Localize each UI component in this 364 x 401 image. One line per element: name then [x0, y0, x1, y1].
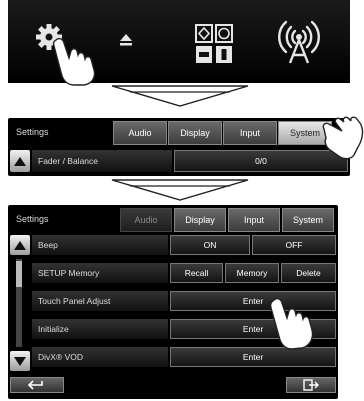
divx-vod-label: DivX® VOD	[32, 347, 168, 367]
fader-balance-label: Fader / Balance	[32, 150, 172, 172]
tab-input[interactable]: Input	[223, 121, 277, 145]
hand-pointer-icon	[269, 297, 314, 350]
source-grid-icon[interactable]	[194, 22, 234, 66]
scroll-up-button[interactable]	[10, 150, 30, 172]
memory-button[interactable]: Memory	[225, 263, 279, 283]
scrollbar-thumb[interactable]	[16, 261, 22, 287]
tab-audio[interactable]: Audio	[113, 121, 167, 145]
beep-on-button[interactable]: ON	[170, 235, 250, 255]
down-arrow-icon	[111, 179, 249, 201]
settings-panel-top: Settings Audio Display Input System Fade…	[8, 118, 350, 176]
hand-pointer-icon	[52, 37, 96, 86]
recall-button[interactable]: Recall	[170, 263, 223, 283]
tab-audio[interactable]: Audio	[120, 208, 172, 232]
beep-off-button[interactable]: OFF	[252, 235, 336, 255]
scroll-up-button[interactable]	[10, 235, 30, 255]
touch-panel-adjust-label: Touch Panel Adjust	[32, 291, 168, 311]
tab-display[interactable]: Display	[168, 121, 222, 145]
home-icon-bar	[8, 0, 350, 86]
beep-label: Beep	[32, 235, 168, 255]
delete-button[interactable]: Delete	[281, 263, 336, 283]
hand-pointer-icon	[322, 116, 364, 160]
down-arrow-icon	[111, 85, 249, 107]
exit-icon	[303, 379, 319, 391]
initialize-label: Initialize	[32, 319, 168, 339]
tab-input[interactable]: Input	[228, 208, 280, 232]
wireless-antenna-icon[interactable]	[276, 18, 322, 66]
settings-title: Settings	[16, 214, 49, 224]
tab-system[interactable]: System	[282, 208, 334, 232]
back-button[interactable]	[10, 377, 64, 393]
exit-button[interactable]	[286, 377, 336, 393]
setup-memory-label: SETUP Memory	[32, 263, 168, 283]
tab-display[interactable]: Display	[174, 208, 226, 232]
scroll-down-button[interactable]	[10, 351, 30, 371]
back-arrow-icon	[28, 380, 43, 390]
settings-title: Settings	[16, 127, 49, 137]
eject-icon[interactable]	[114, 30, 138, 50]
